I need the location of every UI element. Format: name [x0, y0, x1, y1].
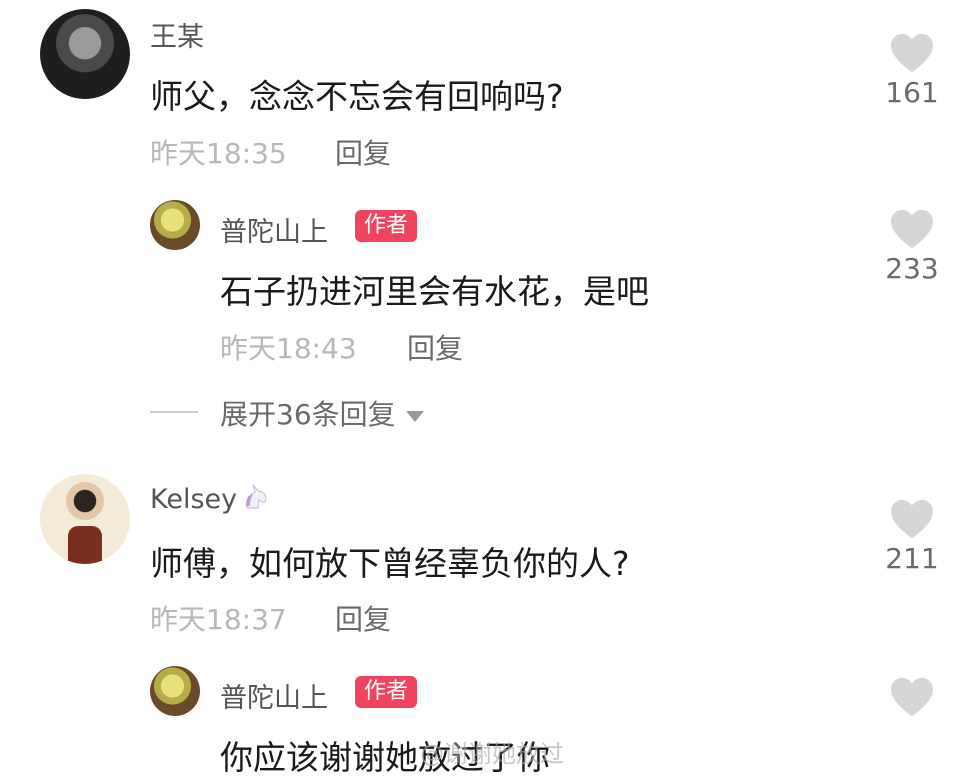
username[interactable]: 普陀山上: [220, 676, 328, 715]
expand-replies-label: 展开36条回复: [220, 398, 396, 431]
comment-time: 昨天18:43: [220, 332, 357, 365]
chevron-down-icon: [405, 410, 424, 422]
comment-time: 昨天18:37: [150, 603, 287, 636]
reply-button[interactable]: 回复: [407, 327, 463, 367]
username[interactable]: 普陀山上: [220, 210, 328, 249]
comment-text: 石子扔进河里会有水花，是吧: [220, 272, 649, 311]
username[interactable]: Kelsey: [150, 482, 271, 515]
like-button[interactable]: 211: [872, 498, 952, 575]
like-count: 211: [885, 542, 939, 575]
like-button[interactable]: [872, 676, 952, 718]
username[interactable]: 王某: [150, 15, 204, 54]
reply-button[interactable]: 回复: [335, 598, 391, 638]
divider: [150, 411, 198, 413]
comment-text: 师傅，如何放下曾经辜负你的人?: [150, 544, 630, 583]
like-count: 161: [885, 76, 939, 109]
like-count: 233: [885, 252, 939, 285]
avatar[interactable]: [40, 474, 130, 564]
author-badge: 作者: [355, 210, 418, 242]
avatar[interactable]: [40, 9, 130, 99]
heart-icon: [891, 677, 933, 717]
heart-icon: [891, 33, 933, 73]
avatar[interactable]: [150, 200, 200, 250]
reply-button[interactable]: 回复: [335, 132, 391, 172]
watermark: @谢谢她放过: [420, 740, 564, 768]
heart-icon: [891, 209, 933, 249]
avatar[interactable]: [150, 666, 200, 716]
expand-replies-button[interactable]: 展开36条回复: [220, 393, 424, 433]
like-button[interactable]: 233: [872, 208, 952, 285]
like-button[interactable]: 161: [872, 32, 952, 109]
author-badge: 作者: [355, 676, 418, 708]
unicorn-icon: [246, 484, 267, 509]
comment-text: 师父，念念不忘会有回响吗?: [150, 77, 564, 116]
username-label: Kelsey: [150, 484, 238, 515]
heart-icon: [891, 499, 933, 539]
comment-time: 昨天18:35: [150, 137, 287, 170]
